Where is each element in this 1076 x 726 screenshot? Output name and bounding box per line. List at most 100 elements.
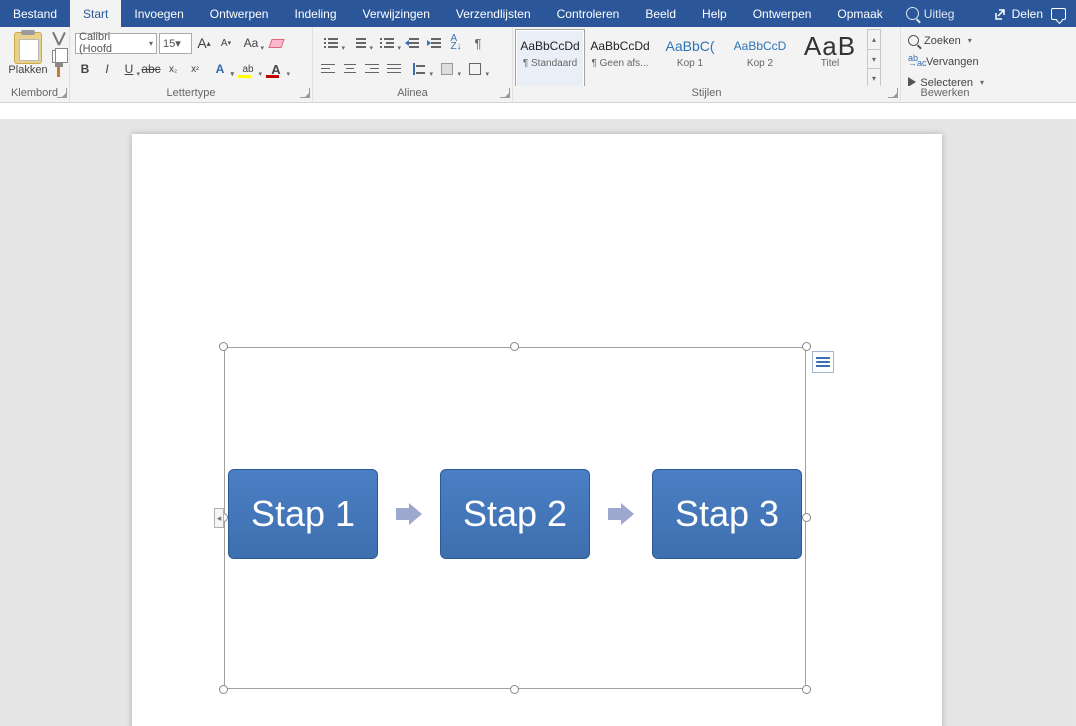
- font-color-icon[interactable]: A: [263, 59, 289, 79]
- step-3[interactable]: Stap 3: [652, 469, 802, 559]
- layout-options-icon: [816, 357, 830, 367]
- style-caption: Titel: [796, 58, 864, 69]
- superscript-icon[interactable]: x: [185, 59, 205, 79]
- launcher-lettertype[interactable]: [300, 88, 310, 98]
- step-2[interactable]: Stap 2: [440, 469, 590, 559]
- style-item[interactable]: AaBbCcDd¶ Geen afs...: [585, 29, 655, 89]
- show-marks-icon[interactable]: ¶: [468, 33, 488, 53]
- tab-beeld[interactable]: Beeld: [632, 0, 689, 27]
- arrow-icon: [608, 503, 634, 525]
- resize-handle-br[interactable]: [802, 685, 811, 694]
- search-icon: [906, 7, 919, 20]
- sort-icon[interactable]: AZ↓: [446, 33, 466, 53]
- paste-button[interactable]: Plakken: [5, 32, 51, 76]
- resize-handle-bl[interactable]: [219, 685, 228, 694]
- tab-invoegen[interactable]: Invoegen: [121, 0, 196, 27]
- style-caption: Kop 2: [726, 58, 794, 69]
- tell-me-label: Uitleg: [924, 7, 955, 21]
- tab-indeling[interactable]: Indeling: [281, 0, 349, 27]
- resize-handle-tm[interactable]: [510, 342, 519, 351]
- font-size-combo[interactable]: 15▾: [159, 33, 192, 54]
- multilevel-list-icon[interactable]: [374, 33, 400, 53]
- tab-smartart-ontwerpen[interactable]: Ontwerpen: [740, 0, 825, 27]
- tab-controleren[interactable]: Controleren: [544, 0, 633, 27]
- align-center-icon[interactable]: [340, 59, 360, 79]
- arrow-icon: [396, 503, 422, 525]
- cut-icon[interactable]: [52, 31, 67, 46]
- style-gallery-nav[interactable]: ▴▾▾: [867, 29, 881, 89]
- highlight-icon[interactable]: ab: [235, 59, 261, 79]
- style-caption: Kop 1: [656, 58, 724, 69]
- replace-button[interactable]: ab→acVervangen: [906, 51, 984, 72]
- increase-indent-icon[interactable]: [424, 33, 444, 53]
- find-icon: [908, 35, 919, 46]
- align-left-icon[interactable]: [318, 59, 338, 79]
- format-painter-icon[interactable]: [57, 67, 60, 77]
- align-right-icon[interactable]: [362, 59, 382, 79]
- share-icon: [993, 7, 1007, 21]
- font-name-combo[interactable]: Calibri (Hoofd▾: [75, 33, 157, 54]
- copy-icon[interactable]: [52, 50, 63, 63]
- style-preview: AaB: [796, 34, 864, 58]
- strikethrough-icon[interactable]: abc: [141, 59, 161, 79]
- resize-handle-tl[interactable]: [219, 342, 228, 351]
- tab-bestand[interactable]: Bestand: [0, 0, 70, 27]
- resize-handle-mr[interactable]: [802, 513, 811, 522]
- comments-icon[interactable]: [1051, 8, 1066, 20]
- text-pane-toggle[interactable]: ◂: [214, 508, 224, 528]
- share-label: Delen: [1012, 7, 1043, 21]
- layout-options-button[interactable]: [812, 351, 834, 373]
- group-label-alinea: Alinea: [313, 86, 513, 102]
- decrease-indent-icon[interactable]: [402, 33, 422, 53]
- step-1[interactable]: Stap 1: [228, 469, 378, 559]
- find-button[interactable]: Zoeken▾: [906, 30, 984, 51]
- style-preview: AaBbCcDd: [516, 34, 584, 58]
- grow-font-icon[interactable]: A▴: [194, 33, 214, 53]
- change-case-icon[interactable]: Aa: [238, 33, 264, 53]
- style-item[interactable]: AaBbCcDKop 2: [725, 29, 795, 89]
- style-item[interactable]: AaBbCcDd¶ Standaard: [515, 29, 585, 89]
- tell-me[interactable]: Uitleg: [896, 0, 965, 27]
- process-diagram: Stap 1 Stap 2 Stap 3: [228, 469, 802, 559]
- tab-verwijzingen[interactable]: Verwijzingen: [350, 0, 443, 27]
- style-item[interactable]: AaBTitel: [795, 29, 865, 89]
- title-bar: Bestand Start Invoegen Ontwerpen Indelin…: [0, 0, 1076, 27]
- launcher-stijlen[interactable]: [888, 88, 898, 98]
- subscript-icon[interactable]: x: [163, 59, 183, 79]
- group-label-stijlen: Stijlen: [513, 86, 901, 102]
- bold-icon[interactable]: B: [75, 59, 95, 79]
- align-justify-icon[interactable]: [384, 59, 404, 79]
- shrink-font-icon[interactable]: A▾: [216, 33, 236, 53]
- clear-formatting-icon[interactable]: [266, 33, 286, 53]
- ribbon: Plakken Calibri (Hoofd▾ 15▾ A▴ A▾ Aa B I…: [0, 27, 1076, 103]
- italic-icon[interactable]: I: [97, 59, 117, 79]
- text-effects-icon[interactable]: A: [207, 59, 233, 79]
- resize-handle-tr[interactable]: [802, 342, 811, 351]
- style-preview: AaBbCcD: [726, 34, 794, 58]
- style-preview: AaBbC(: [656, 34, 724, 58]
- bullets-icon[interactable]: [318, 33, 344, 53]
- share-button[interactable]: Delen: [993, 7, 1043, 21]
- style-caption: ¶ Standaard: [516, 58, 584, 69]
- launcher-alinea[interactable]: [500, 88, 510, 98]
- tab-help[interactable]: Help: [689, 0, 740, 27]
- tab-start[interactable]: Start: [70, 0, 121, 27]
- tab-verzendlijsten[interactable]: Verzendlijsten: [443, 0, 544, 27]
- style-gallery: AaBbCcDd¶ StandaardAaBbCcDd¶ Geen afs...…: [515, 29, 898, 89]
- borders-icon[interactable]: [462, 59, 488, 79]
- resize-handle-bm[interactable]: [510, 685, 519, 694]
- group-label-bewerken: Bewerken: [901, 86, 989, 102]
- smartart-container[interactable]: ◂ Stap 1 Stap 2 Stap 3: [224, 347, 806, 689]
- style-item[interactable]: AaBbC(Kop 1: [655, 29, 725, 89]
- line-spacing-icon[interactable]: [406, 59, 432, 79]
- underline-icon[interactable]: U: [119, 59, 139, 79]
- numbering-icon[interactable]: [346, 33, 372, 53]
- paste-label: Plakken: [5, 64, 51, 76]
- launcher-klembord[interactable]: [57, 88, 67, 98]
- shading-icon[interactable]: [434, 59, 460, 79]
- style-caption: ¶ Geen afs...: [586, 58, 654, 69]
- document-area[interactable]: ◂ Stap 1 Stap 2 Stap 3: [0, 119, 1076, 726]
- tab-ontwerpen[interactable]: Ontwerpen: [197, 0, 282, 27]
- tab-opmaak[interactable]: Opmaak: [824, 0, 895, 27]
- group-label-klembord: Klembord: [0, 86, 70, 102]
